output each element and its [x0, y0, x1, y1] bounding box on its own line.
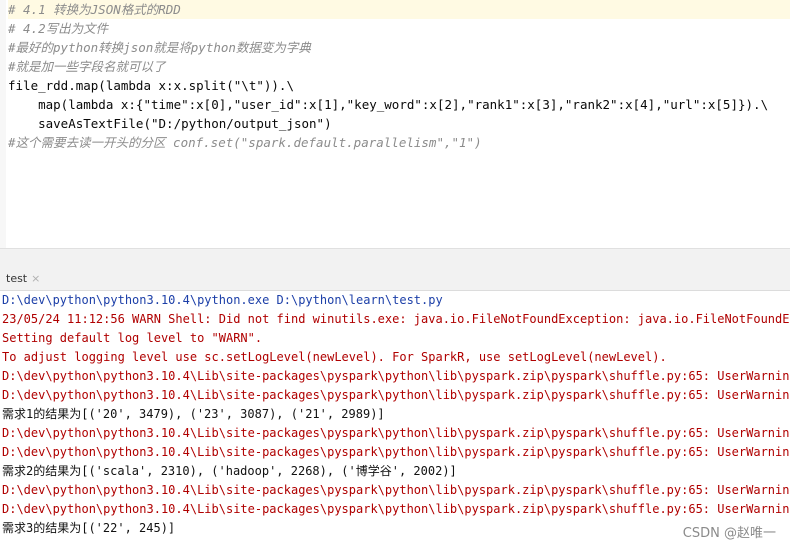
- code-comment-line: #这个需要去读一开头的分区 conf.set("spark.default.pa…: [8, 135, 482, 150]
- watermark: CSDN @赵唯一: [682, 526, 776, 541]
- console-line: D:\dev\python\python3.10.4\Lib\site-pack…: [2, 445, 790, 459]
- code-editor[interactable]: # 4.1 转换为JSON格式的RDD # 4.2写出为文件 #最好的pytho…: [0, 0, 790, 248]
- code-comment-line: # 4.2写出为文件: [8, 21, 109, 36]
- console-line: D:\dev\python\python3.10.4\Lib\site-pack…: [2, 388, 790, 402]
- run-console[interactable]: D:\dev\python\python3.10.4\python.exe D:…: [0, 291, 790, 550]
- editor-console-splitter[interactable]: [0, 248, 790, 269]
- console-line: D:\dev\python\python3.10.4\Lib\site-pack…: [2, 502, 790, 516]
- console-line: D:\dev\python\python3.10.4\python.exe D:…: [2, 293, 443, 307]
- console-line: 需求1的结果为[('20', 3479), ('23', 3087), ('21…: [2, 407, 385, 421]
- run-tab-bar: test ×: [0, 268, 790, 291]
- console-line: Setting default log level to "WARN".: [2, 331, 263, 345]
- editor-gutter: [0, 0, 6, 248]
- console-line: 23/05/24 11:12:56 WARN Shell: Did not fi…: [2, 312, 790, 326]
- code-line: saveAsTextFile("D:/python/output_json"): [8, 116, 332, 131]
- code-line: file_rdd.map(lambda x:x.split("\t")).\: [8, 78, 294, 93]
- console-line: D:\dev\python\python3.10.4\Lib\site-pack…: [2, 369, 790, 383]
- code-comment-line: #就是加一些字段名就可以了: [8, 59, 166, 74]
- tab-label: test: [6, 272, 28, 285]
- console-line: D:\dev\python\python3.10.4\Lib\site-pack…: [2, 426, 790, 440]
- close-icon[interactable]: ×: [31, 272, 40, 285]
- code-comment-line: # 4.1 转换为JSON格式的RDD: [8, 0, 790, 19]
- console-line: To adjust logging level use sc.setLogLev…: [2, 350, 667, 364]
- code-comment-line: #最好的python转换json就是将python数据变为字典: [8, 40, 311, 55]
- console-line: D:\dev\python\python3.10.4\Lib\site-pack…: [2, 483, 790, 497]
- tab-test[interactable]: test ×: [2, 268, 44, 290]
- console-line: 需求2的结果为[('scala', 2310), ('hadoop', 2268…: [2, 464, 457, 478]
- code-line: map(lambda x:{"time":x[0],"user_id":x[1]…: [8, 97, 769, 112]
- console-line: 需求3的结果为[('22', 245)]: [2, 521, 176, 535]
